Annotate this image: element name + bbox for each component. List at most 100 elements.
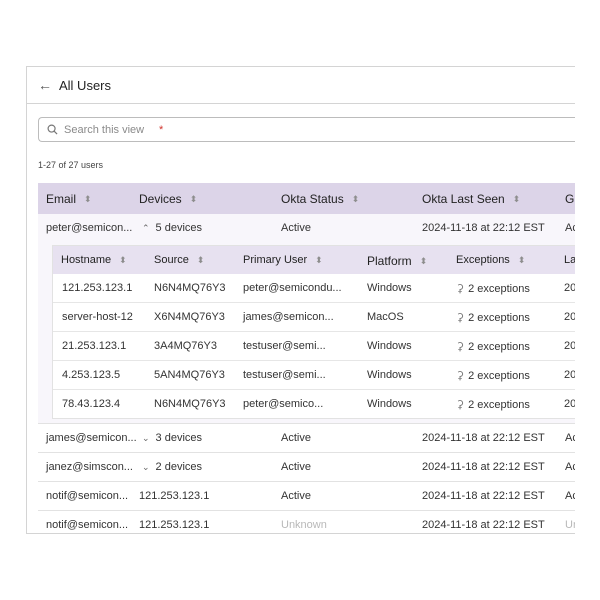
- devices-cell: 121.253.123.1: [139, 490, 210, 502]
- source-cell: X6N4MQ76Y3: [154, 311, 225, 323]
- column-header-truncated[interactable]: G: [565, 192, 574, 206]
- column-header-source[interactable]: Source ⬍: [154, 254, 204, 266]
- hostname-cell: 78.43.123.4: [62, 398, 121, 410]
- exceptions-cell[interactable]: ⚳ 2 exceptions: [456, 369, 530, 383]
- platform-cell: Windows: [367, 282, 412, 294]
- sort-icon[interactable]: ⬍: [352, 194, 360, 205]
- column-header-primary-user[interactable]: Primary User ⬍: [243, 254, 323, 266]
- source-cell: N6N4MQ76Y3: [154, 398, 226, 410]
- platform-cell: Windows: [367, 398, 412, 410]
- link-icon: ⚳: [456, 312, 465, 324]
- last-seen-cell: 2024-11-18 at 22:12 EST: [422, 222, 545, 234]
- chevron-down-icon[interactable]: ⌄: [142, 433, 150, 444]
- exceptions-cell[interactable]: ⚳ 2 exceptions: [456, 311, 530, 325]
- column-header-okta-last-seen[interactable]: Okta Last Seen ⬍: [422, 192, 520, 206]
- column-header-exceptions[interactable]: Exceptions ⬍: [456, 254, 525, 266]
- table-row[interactable]: peter@semicon... ⌃ 5 devices Active 2024-…: [38, 214, 575, 242]
- column-header-platform[interactable]: Platform ⬍: [367, 254, 427, 268]
- email-cell: janez@simscon...: [46, 461, 133, 473]
- required-mark: *: [159, 123, 164, 136]
- last-seen-cell: 2024-11-18 at 22:12 EST: [422, 432, 545, 444]
- table-row[interactable]: james@semicon... ⌄ 3 devices Active 2024-…: [38, 424, 575, 453]
- sort-icon[interactable]: ⬍: [315, 255, 323, 266]
- primary-user-cell: testuser@semi...: [243, 369, 326, 381]
- sort-icon[interactable]: ⬍: [420, 256, 428, 267]
- devices-cell: 121.253.123.1: [139, 519, 210, 531]
- link-icon: ⚳: [456, 399, 465, 411]
- chevron-down-icon[interactable]: ⌄: [142, 462, 150, 473]
- link-icon: ⚳: [456, 370, 465, 382]
- table-row[interactable]: janez@simscon... ⌄ 2 devices Active 2024-…: [38, 453, 575, 482]
- column-header-truncated[interactable]: La: [564, 254, 575, 266]
- column-header-hostname[interactable]: Hostname ⬍: [61, 254, 127, 266]
- exceptions-cell[interactable]: ⚳ 2 exceptions: [456, 398, 530, 412]
- exceptions-cell[interactable]: ⚳ 2 exceptions: [456, 340, 530, 354]
- panel-header: ← All Users: [27, 67, 575, 104]
- status-cell: Active: [281, 222, 311, 234]
- devices-cell[interactable]: ⌃ 5 devices: [142, 222, 202, 234]
- table-row[interactable]: notif@semicon... 121.253.123.1 Active 20…: [38, 482, 575, 511]
- truncated-cell: Ac: [565, 461, 575, 473]
- expanded-devices-panel: Hostname ⬍ Source ⬍ Primary User ⬍ Platform…: [38, 242, 575, 424]
- sort-icon[interactable]: ⬍: [197, 255, 205, 266]
- column-header-okta-status[interactable]: Okta Status ⬍: [281, 192, 359, 206]
- status-cell: Active: [281, 490, 311, 502]
- page-title: All Users: [59, 77, 112, 93]
- platform-cell: MacOS: [367, 311, 404, 323]
- device-row[interactable]: 4.253.123.5 5AN4MQ76Y3 testuser@semi... …: [53, 361, 575, 390]
- hostname-cell: 4.253.123.5: [62, 369, 121, 381]
- hostname-cell: server-host-12: [62, 311, 133, 323]
- device-row[interactable]: 78.43.123.4 N6N4MQ76Y3 peter@semico... W…: [53, 390, 575, 418]
- status-cell: Unknown: [281, 519, 327, 531]
- sort-icon[interactable]: ⬍: [513, 194, 521, 205]
- sort-icon[interactable]: ⬍: [518, 255, 526, 266]
- truncated-cell: Ac: [565, 222, 575, 234]
- sort-icon[interactable]: ⬍: [190, 194, 198, 205]
- truncated-cell: Ur: [565, 519, 575, 531]
- truncated-cell: 20: [564, 398, 575, 410]
- results-count: 1-27 of 27 users: [38, 160, 104, 170]
- truncated-cell: 20: [564, 340, 575, 352]
- device-row[interactable]: server-host-12 X6N4MQ76Y3 james@semicon.…: [53, 303, 575, 332]
- status-cell: Active: [281, 461, 311, 473]
- platform-cell: Windows: [367, 340, 412, 352]
- search-input[interactable]: [64, 123, 159, 136]
- email-cell: notif@semicon...: [46, 519, 129, 531]
- primary-user-cell: peter@semicondu...: [243, 282, 342, 294]
- table-row[interactable]: notif@semicon... 121.253.123.1 Unknown 2…: [38, 511, 575, 533]
- source-cell: 3A4MQ76Y3: [154, 340, 217, 352]
- truncated-cell: Ac: [565, 490, 575, 502]
- truncated-cell: 20: [564, 311, 575, 323]
- platform-cell: Windows: [367, 369, 412, 381]
- device-row[interactable]: 121.253.123.1 N6N4MQ76Y3 peter@semicondu…: [53, 274, 575, 303]
- devices-subtable: Hostname ⬍ Source ⬍ Primary User ⬍ Platform…: [52, 245, 575, 419]
- devices-cell[interactable]: ⌄ 3 devices: [142, 432, 202, 444]
- last-seen-cell: 2024-11-18 at 22:12 EST: [422, 490, 545, 502]
- email-cell: notif@semicon...: [46, 490, 129, 502]
- truncated-cell: 20: [564, 369, 575, 381]
- primary-user-cell: peter@semico...: [243, 398, 324, 410]
- devices-cell[interactable]: ⌄ 2 devices: [142, 461, 202, 473]
- sort-icon[interactable]: ⬍: [84, 194, 92, 205]
- last-seen-cell: 2024-11-18 at 22:12 EST: [422, 461, 545, 473]
- column-header-email[interactable]: Email ⬍: [46, 192, 92, 206]
- exceptions-cell[interactable]: ⚳ 2 exceptions: [456, 282, 530, 296]
- users-table: Email ⬍ Devices ⬍ Okta Status ⬍ Okta Last S…: [38, 183, 575, 533]
- chevron-up-icon[interactable]: ⌃: [142, 223, 150, 234]
- search-box[interactable]: *: [38, 117, 575, 142]
- link-icon: ⚳: [456, 341, 465, 353]
- truncated-cell: 20: [564, 282, 575, 294]
- email-cell: peter@semicon...: [46, 222, 133, 234]
- link-icon: ⚳: [456, 283, 465, 295]
- primary-user-cell: james@semicon...: [243, 311, 334, 323]
- device-row[interactable]: 21.253.123.1 3A4MQ76Y3 testuser@semi... …: [53, 332, 575, 361]
- email-cell: james@semicon...: [46, 432, 137, 444]
- search-icon: [47, 124, 58, 135]
- sort-icon[interactable]: ⬍: [119, 255, 127, 266]
- source-cell: 5AN4MQ76Y3: [154, 369, 225, 381]
- source-cell: N6N4MQ76Y3: [154, 282, 226, 294]
- arrow-left-icon[interactable]: ←: [38, 78, 52, 92]
- all-users-panel: ← All Users * 1-27 of 27 users Email⬍ De…: [26, 66, 575, 534]
- last-seen-cell: 2024-11-18 at 22:12 EST: [422, 519, 545, 531]
- column-header-devices[interactable]: Devices ⬍: [139, 192, 197, 206]
